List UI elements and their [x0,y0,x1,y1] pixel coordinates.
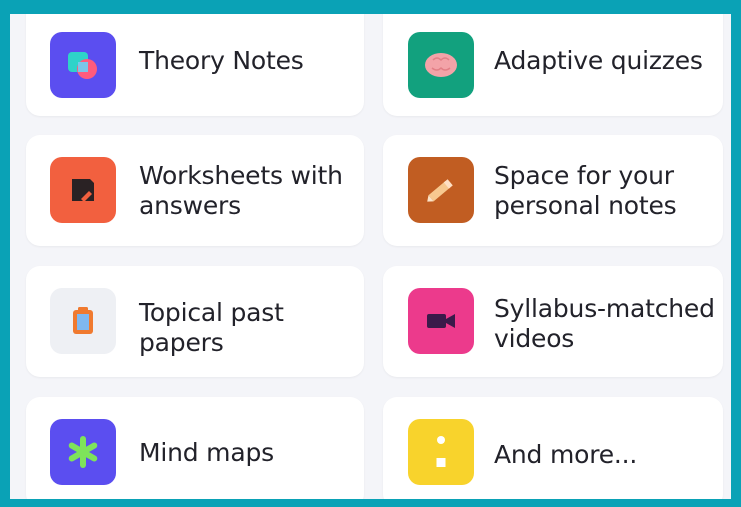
asterisk-icon [50,419,116,485]
feature-label-and-more: And more... [494,440,638,469]
notes-shapes-icon [50,32,116,98]
exclamation-icon [408,419,474,485]
feature-card-videos[interactable]: Syllabus-matched videos [383,266,723,377]
feature-label-worksheets: Worksheets with answers [139,161,343,220]
feature-label-adaptive-quizzes: Adaptive quizzes [494,46,703,75]
feature-card-worksheets[interactable]: Worksheets with answers [26,135,364,246]
feature-label-personal-notes: Space for your personal notes [494,161,677,220]
video-camera-icon [408,288,474,354]
feature-card-mind-maps[interactable]: Mind maps [26,397,364,499]
pencil-icon [408,157,474,223]
feature-card-personal-notes[interactable]: Space for your personal notes [383,135,723,246]
feature-card-theory-notes[interactable]: Theory Notes [26,14,364,116]
feature-label-videos: Syllabus-matched videos [494,294,715,353]
feature-label-past-papers: Topical past papers [139,298,284,357]
worksheet-icon [50,157,116,223]
feature-card-and-more[interactable]: And more... [383,397,723,499]
feature-grid-frame: Theory Notes Adaptive quizzes Worksheets… [0,0,741,507]
clipboard-icon [50,288,116,354]
feature-card-adaptive-quizzes[interactable]: Adaptive quizzes [383,14,723,116]
feature-label-mind-maps: Mind maps [139,438,274,467]
feature-grid: Theory Notes Adaptive quizzes Worksheets… [10,14,731,499]
feature-label-theory-notes: Theory Notes [139,46,304,75]
feature-card-past-papers[interactable]: Topical past papers [26,266,364,377]
brain-icon [408,32,474,98]
